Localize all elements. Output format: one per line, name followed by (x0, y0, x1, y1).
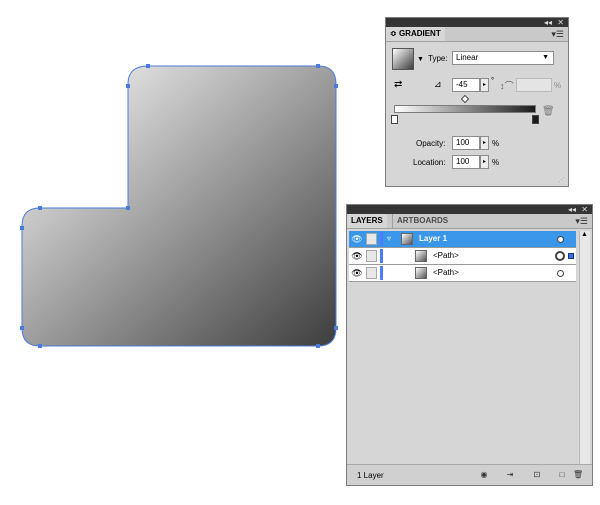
menu-lines-icon[interactable]: ▾☰ (551, 27, 564, 41)
gradient-stop-start[interactable] (391, 115, 398, 124)
resize-grip-icon[interactable]: ⋰ (558, 176, 565, 184)
layer-row-path-2[interactable]: 👁 <Path> (349, 265, 576, 282)
eye-icon[interactable]: 👁 (351, 251, 363, 262)
scroll-up-icon[interactable]: ▲ (581, 231, 588, 238)
reverse-gradient-icon[interactable]: ⇄ (394, 79, 402, 90)
opacity-value: 100 (456, 138, 470, 147)
aspect-ratio-icon: ↕⌒ (500, 81, 514, 91)
layers-tabrow: LAYERS ARTBOARDS ▾☰ (347, 214, 592, 229)
layers-footer: 1 Layer ◉ ⇥ ⊡ □ 🗑 (347, 464, 592, 485)
opacity-unit: % (492, 139, 500, 148)
layers-panel: ◂◂ ✕ LAYERS ARTBOARDS ▾☰ 👁 ▿ Layer 1 👁 <… (346, 204, 593, 486)
angle-value: -45 (456, 80, 468, 89)
selection-indicator[interactable] (568, 253, 574, 259)
gradient-panel-topbar[interactable]: ◂◂ ✕ (386, 18, 568, 27)
collapse-icon[interactable]: ◂◂ (568, 205, 576, 214)
location-value: 100 (456, 157, 470, 166)
lock-toggle[interactable] (366, 250, 377, 262)
target-circle-icon[interactable] (557, 236, 564, 243)
opacity-stepper[interactable]: ▸ (480, 136, 489, 150)
gradient-tabrow: ≎ GRADIENT ▾☰ (386, 27, 568, 42)
type-select-value: Linear (456, 53, 479, 62)
angle-field[interactable]: -45 (452, 78, 480, 92)
eye-icon[interactable]: 👁 (351, 268, 363, 279)
tab-artboards[interactable]: ARTBOARDS (392, 214, 452, 228)
layer-color-bar (380, 266, 383, 280)
gradient-path-shape[interactable] (21, 65, 337, 347)
tab-layers[interactable]: LAYERS (347, 214, 387, 228)
opacity-field[interactable]: 100 (452, 136, 480, 150)
angle-unit: ° (491, 76, 495, 85)
aspect-ratio-field (516, 78, 552, 92)
location-field[interactable]: 100 (452, 155, 480, 169)
make-clipping-mask-icon[interactable]: ⇥ (505, 470, 515, 480)
angle-icon: ⊿ (434, 79, 442, 89)
layer-color-bar (380, 249, 383, 263)
delete-layer-icon[interactable]: 🗑 (573, 470, 583, 480)
location-unit: % (492, 158, 500, 167)
layer-color-bar (380, 232, 383, 246)
type-select[interactable]: Linear ▼ (452, 51, 554, 65)
layer-thumbnail (401, 233, 413, 245)
lock-toggle[interactable] (366, 233, 377, 245)
layer-row-path-1[interactable]: 👁 <Path> (349, 248, 576, 265)
lock-toggle[interactable] (366, 267, 377, 279)
location-stepper[interactable]: ▸ (480, 155, 489, 169)
type-label: Type: (428, 54, 448, 63)
trash-icon[interactable]: 🗑 (542, 106, 555, 117)
aspect-unit: % (554, 81, 562, 90)
tab-gradient-label: GRADIENT (398, 29, 441, 38)
angle-stepper[interactable]: ▸ (480, 78, 489, 92)
close-icon[interactable]: ✕ (581, 205, 588, 214)
expand-arrow-icon[interactable]: ▿ (387, 234, 391, 243)
location-label: Location: (413, 158, 446, 167)
path-name[interactable]: <Path> (433, 268, 459, 277)
collapse-icon[interactable]: ◂◂ (544, 18, 552, 27)
close-icon[interactable]: ✕ (557, 18, 564, 27)
tab-gradient[interactable]: ≎ GRADIENT (386, 27, 445, 41)
layers-panel-topbar[interactable]: ◂◂ ✕ (347, 205, 592, 214)
gradient-stop-end[interactable] (532, 115, 539, 124)
layers-scrollbar[interactable]: ▲ (579, 231, 590, 465)
target-selected-icon[interactable] (555, 251, 565, 261)
tab-toggle-icon[interactable]: ≎ (390, 29, 397, 38)
layer-name[interactable]: Layer 1 (419, 234, 447, 243)
layer-row-layer-1[interactable]: 👁 ▿ Layer 1 (349, 231, 576, 248)
path-name[interactable]: <Path> (433, 251, 459, 260)
menu-lines-icon[interactable]: ▾☰ (575, 214, 588, 228)
target-circle-icon[interactable] (557, 270, 564, 277)
midpoint-diamond[interactable] (460, 94, 470, 104)
path-thumbnail (415, 250, 427, 262)
gradient-swatch[interactable] (392, 48, 414, 70)
new-sublayer-icon[interactable]: ⊡ (532, 470, 542, 480)
gradient-panel: ◂◂ ✕ ≎ GRADIENT ▾☰ ▼ Type: Linear ▼ ⇄ ⊿ … (385, 17, 569, 187)
opacity-label: Opacity: (416, 139, 446, 148)
swatch-dropdown-icon[interactable]: ▼ (417, 56, 424, 63)
chevron-down-icon[interactable]: ▼ (542, 52, 549, 64)
path-thumbnail (415, 267, 427, 279)
eye-icon[interactable]: 👁 (351, 234, 363, 245)
gradient-ramp[interactable] (394, 105, 536, 113)
locate-object-icon[interactable]: ◉ (479, 470, 489, 480)
layer-count: 1 Layer (357, 471, 384, 480)
new-layer-icon[interactable]: □ (557, 470, 567, 480)
